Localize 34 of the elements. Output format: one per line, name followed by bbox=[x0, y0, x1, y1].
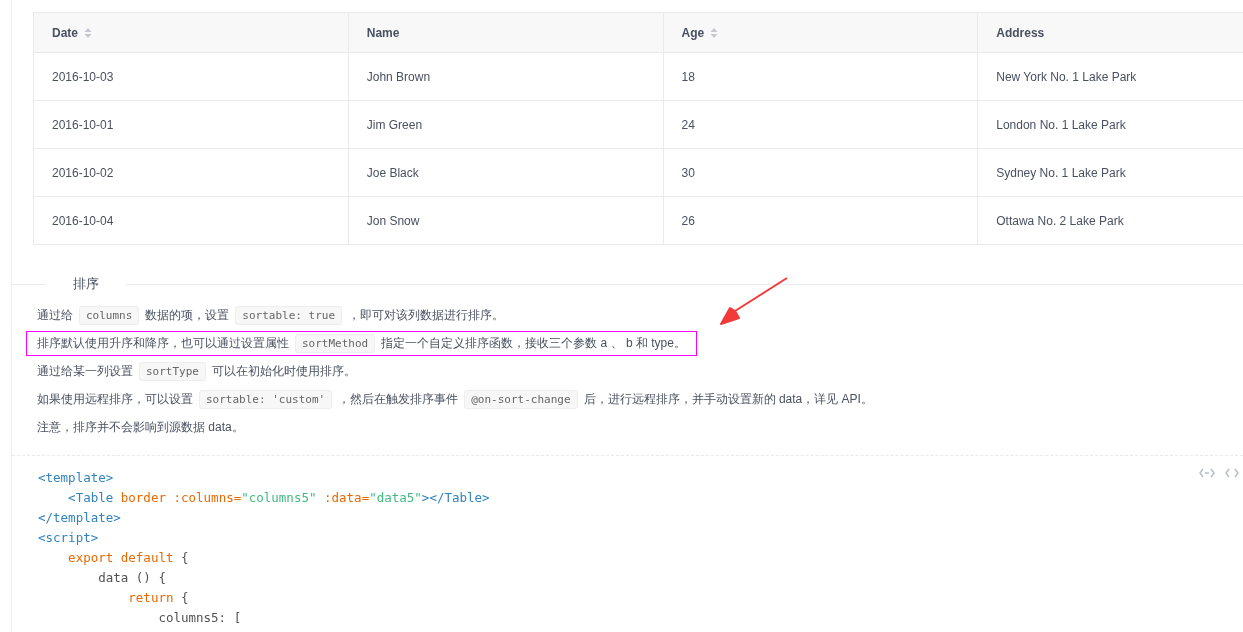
code-line: <script> bbox=[38, 529, 99, 547]
column-header[interactable]: Date bbox=[33, 12, 349, 53]
code-line: <Table border :columns="columns5" :data="data5"></Table> bbox=[67, 489, 490, 507]
table-cell: 2016-10-03 bbox=[33, 52, 349, 101]
code-line: data () { bbox=[97, 569, 166, 587]
code-line: export default { bbox=[67, 549, 189, 567]
table-cell: 26 bbox=[663, 196, 978, 245]
table-cell: Jon Snow bbox=[348, 196, 663, 245]
table-cell: 2016-10-04 bbox=[33, 196, 349, 245]
code-line: columns5: [ bbox=[157, 609, 242, 627]
expand-code-icon[interactable] bbox=[1199, 468, 1215, 478]
table-cell: Jim Green bbox=[348, 100, 663, 149]
column-header[interactable]: Age bbox=[663, 12, 978, 53]
description-text: 如果使用远程排序，可以设置 sortable: 'custom' ，然后在触发排序事件 @on-sort-change 后，进行远程排序，并手动设置新的 data，详见 API。 bbox=[26, 387, 884, 412]
column-header: Name bbox=[348, 12, 663, 53]
code-line: <template> bbox=[38, 469, 114, 487]
code-line: </template> bbox=[38, 509, 121, 527]
table-cell: Joe Black bbox=[348, 148, 663, 197]
description-text: 通过给 columns 数据的项，设置 sortable: true ，即可对该列数据进行排序。 bbox=[26, 303, 516, 328]
table-cell: 18 bbox=[663, 52, 978, 101]
sort-icon[interactable] bbox=[710, 26, 719, 39]
description-text: 通过给某一列设置 sortType 可以在初始化时使用排序。 bbox=[26, 359, 367, 384]
description-text: 排序默认使用升序和降序，也可以通过设置属性 sortMethod 指定一个自定义排序函数，接收三个参数 a 、 b 和 type。 bbox=[26, 331, 697, 356]
section-title: 排序 bbox=[72, 275, 100, 293]
code-icon[interactable] bbox=[1225, 468, 1239, 478]
column-header: Address bbox=[977, 12, 1243, 53]
table-cell: 30 bbox=[663, 148, 978, 197]
sort-icon[interactable] bbox=[84, 26, 92, 39]
table-cell: 2016-10-01 bbox=[33, 100, 349, 149]
table-cell: 2016-10-02 bbox=[33, 148, 349, 197]
table-cell: John Brown bbox=[348, 52, 663, 101]
table-cell: 24 bbox=[663, 100, 978, 149]
code-line: return { bbox=[127, 589, 189, 607]
description-text: 注意，排序并不会影响到源数据 data。 bbox=[36, 419, 245, 436]
